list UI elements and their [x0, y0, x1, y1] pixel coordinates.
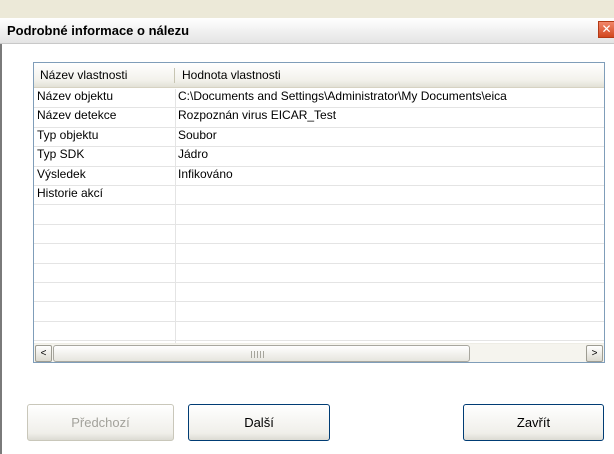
table-row[interactable]: Název detekce Rozpoznán virus EICAR_Test [34, 108, 604, 128]
property-name-cell: Typ SDK [37, 147, 85, 162]
table-row[interactable]: Typ SDK Jádro [34, 147, 604, 167]
property-value-cell: Jádro [178, 147, 209, 162]
table-row[interactable]: Výsledek Infikováno [34, 167, 604, 186]
property-value-cell: Soubor [178, 127, 217, 142]
property-name-cell: Historie akcí [37, 185, 104, 200]
property-name-cell: Název detekce [37, 108, 117, 123]
scroll-right-button[interactable]: > [586, 345, 603, 362]
listview-header: Název vlastnosti Hodnota vlastnosti [34, 63, 604, 88]
property-value-cell: Rozpoznán virus EICAR_Test [178, 108, 337, 123]
next-button[interactable]: Další [188, 404, 330, 441]
table-row[interactable] [34, 322, 604, 342]
horizontal-scrollbar[interactable]: < > [34, 343, 604, 362]
table-row[interactable] [34, 244, 604, 264]
close-icon[interactable]: ✕ [598, 21, 614, 38]
dialog-title: Podrobné informace o nálezu [7, 23, 190, 38]
table-row[interactable]: Historie akcí [34, 185, 604, 206]
table-row[interactable] [34, 302, 604, 322]
table-row[interactable] [34, 264, 604, 283]
listview-rows: Název objektu C:\Documents and Settings\A… [34, 89, 604, 342]
table-row[interactable]: Název objektu C:\Documents and Settings\A… [34, 89, 604, 109]
property-name-cell: Název objektu [37, 89, 114, 103]
table-row[interactable] [34, 205, 604, 225]
scrollbar-thumb[interactable] [53, 345, 470, 362]
column-header-property-name[interactable]: Název vlastnosti [34, 63, 174, 88]
property-value-cell: Infikováno [178, 166, 233, 181]
previous-button[interactable]: Předchozí [27, 404, 174, 441]
property-value-cell: C:\Documents and Settings\Administrator\… [178, 89, 507, 103]
table-row[interactable] [34, 283, 604, 303]
properties-listview[interactable]: Název vlastnosti Hodnota vlastnosti Náze… [33, 62, 605, 363]
scrollbar-grip [251, 351, 265, 358]
property-name-cell: Typ objektu [37, 127, 99, 142]
title-bar[interactable]: Podrobné informace o nálezu [0, 18, 614, 44]
chevron-left-icon: < [40, 348, 47, 359]
scroll-left-button[interactable]: < [35, 345, 52, 362]
table-row[interactable] [34, 225, 604, 245]
close-button[interactable]: Zavřít [463, 404, 604, 441]
property-name-cell: Výsledek [37, 166, 86, 181]
details-dialog: Podrobné informace o nálezu ✕ Název vlas… [0, 0, 614, 454]
chevron-right-icon: > [591, 348, 598, 359]
column-header-property-value[interactable]: Hodnota vlastnosti [175, 63, 604, 88]
table-row[interactable]: Typ objektu Soubor [34, 127, 604, 148]
